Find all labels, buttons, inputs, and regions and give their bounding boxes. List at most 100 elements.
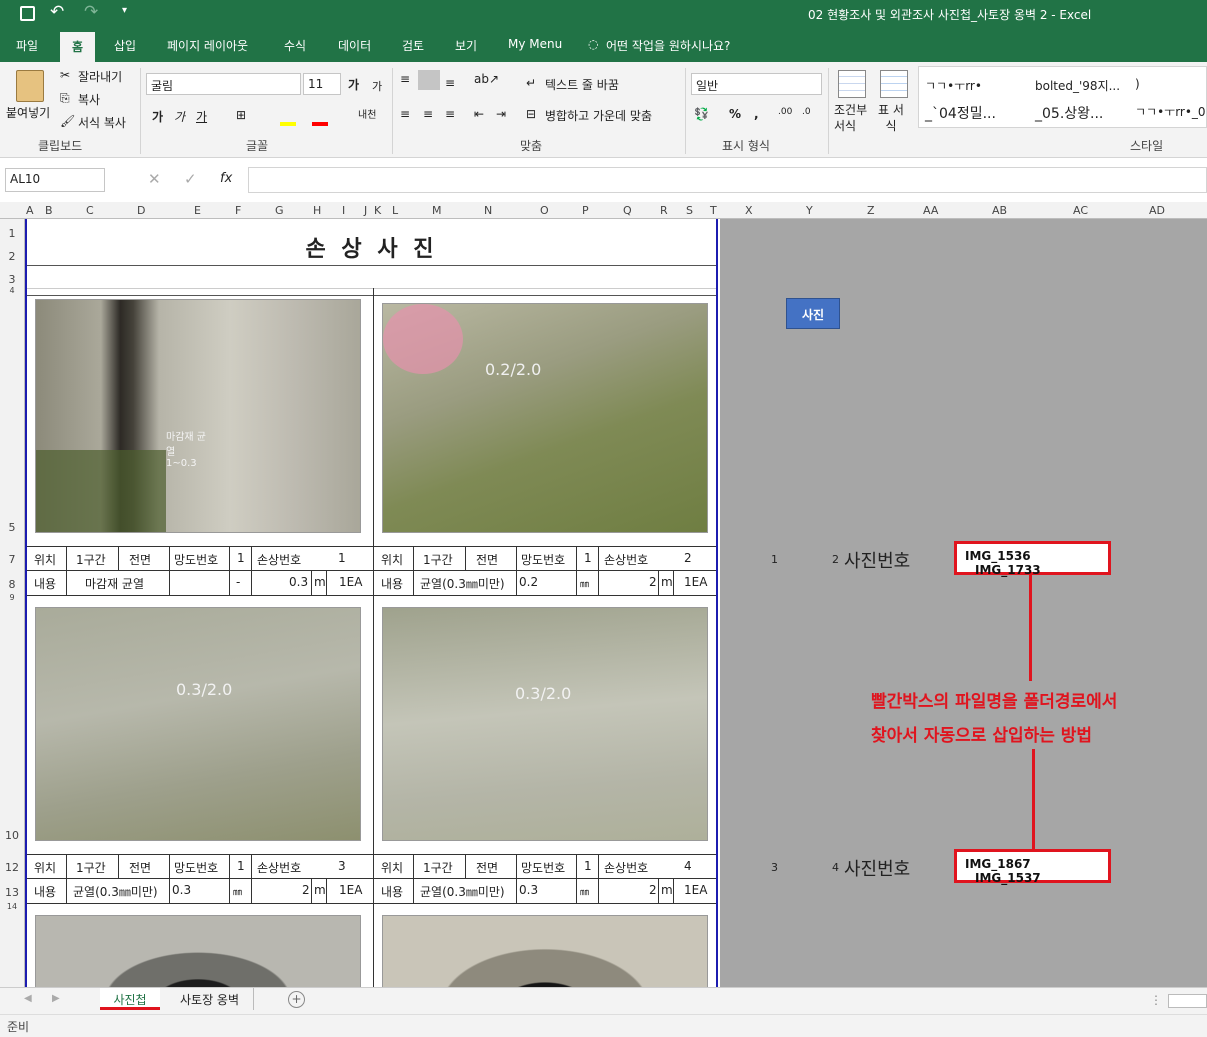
- unit-value[interactable]: -: [236, 575, 240, 589]
- column-header[interactable]: I: [342, 204, 345, 217]
- damage-number-label[interactable]: 손상번호: [257, 551, 301, 568]
- column-header[interactable]: AA: [923, 204, 938, 217]
- merge-icon[interactable]: ⊟: [526, 107, 536, 121]
- bold-button[interactable]: 가: [152, 108, 163, 125]
- net-number-label[interactable]: 망도번호: [521, 859, 565, 876]
- location-label[interactable]: 위치: [34, 859, 56, 876]
- customize-qat-icon[interactable]: ▾: [122, 5, 127, 16]
- tab-page-layout[interactable]: 페이지 레이아웃: [167, 37, 248, 54]
- net-number-value[interactable]: 1: [237, 859, 245, 873]
- increase-decimal-icon[interactable]: .00: [778, 107, 792, 117]
- location-value[interactable]: 1구간: [423, 859, 453, 876]
- save-icon[interactable]: [20, 6, 35, 21]
- tab-insert[interactable]: 삽입: [114, 37, 136, 54]
- quantity-value[interactable]: 1EA: [684, 883, 707, 897]
- tab-view[interactable]: 보기: [455, 37, 477, 54]
- row-header[interactable]: 5: [3, 521, 21, 534]
- align-center-icon[interactable]: ≡: [423, 107, 433, 121]
- content-value[interactable]: 균열(0.3㎜미만): [73, 883, 158, 900]
- cancel-icon[interactable]: ✕: [148, 170, 161, 188]
- crack-width-value[interactable]: 0.3: [172, 883, 191, 897]
- column-header[interactable]: D: [137, 204, 145, 217]
- net-number-value[interactable]: 1: [237, 551, 245, 565]
- conditional-format-button[interactable]: 조건부 서식: [834, 102, 872, 134]
- tab-file[interactable]: 파일: [16, 37, 38, 54]
- row-header[interactable]: 12: [3, 861, 21, 874]
- merge-center-button[interactable]: 병합하고 가운데 맞춤: [545, 107, 652, 124]
- length-unit[interactable]: m: [661, 883, 673, 897]
- filename-highlight-box[interactable]: IMG_1867 IMG_1537: [954, 849, 1111, 885]
- paste-icon[interactable]: [16, 70, 44, 102]
- column-header[interactable]: P: [582, 204, 589, 217]
- scroll-left-icon[interactable]: ◀: [24, 993, 32, 1004]
- face-value[interactable]: 전면: [476, 859, 498, 876]
- grow-font-button[interactable]: 가: [348, 76, 359, 93]
- unit-value[interactable]: ㎜: [580, 577, 589, 590]
- column-header[interactable]: M: [432, 204, 442, 217]
- style-item[interactable]: ㄱㄱ•ㅜrr•_0: [1135, 103, 1206, 120]
- row-header[interactable]: 7: [3, 553, 21, 566]
- format-painter-button[interactable]: 서식 복사: [78, 114, 126, 131]
- enter-icon[interactable]: ✓: [184, 170, 197, 188]
- damage-number-value[interactable]: 3: [338, 859, 346, 873]
- cut-button[interactable]: 잘라내기: [78, 68, 122, 85]
- damage-photo[interactable]: [35, 915, 361, 987]
- style-item[interactable]: ㄱㄱ•ㅜrr•: [925, 77, 982, 94]
- damage-photo[interactable]: [382, 915, 708, 987]
- insert-function-icon[interactable]: fx: [220, 171, 232, 186]
- border-icon[interactable]: ⊞: [236, 108, 246, 122]
- column-header[interactable]: S: [686, 204, 693, 217]
- content-label[interactable]: 내용: [381, 575, 403, 592]
- length-value[interactable]: 2: [649, 883, 657, 897]
- column-header[interactable]: Y: [806, 204, 813, 217]
- sheet-tab-active[interactable]: 사진첩: [100, 988, 160, 1010]
- conditional-format-icon[interactable]: [838, 70, 866, 98]
- photo-macro-button[interactable]: 사진: [786, 298, 840, 329]
- location-label[interactable]: 위치: [381, 859, 403, 876]
- quantity-value[interactable]: 1EA: [339, 883, 362, 897]
- column-header[interactable]: AD: [1149, 204, 1165, 217]
- format-table-icon[interactable]: [880, 70, 908, 98]
- crack-width-value[interactable]: 0.3: [519, 883, 538, 897]
- column-header[interactable]: AC: [1073, 204, 1088, 217]
- copy-icon[interactable]: ⎘: [60, 91, 70, 106]
- align-bottom-icon[interactable]: ≡: [445, 76, 455, 90]
- italic-button[interactable]: 가: [174, 108, 185, 125]
- percent-button[interactable]: %: [729, 107, 741, 121]
- column-header[interactable]: K: [374, 204, 381, 217]
- unit-value[interactable]: ㎜: [233, 885, 242, 898]
- underline-button[interactable]: 가: [196, 108, 207, 125]
- tab-data[interactable]: 데이터: [338, 37, 371, 54]
- orientation-icon[interactable]: ab↗: [474, 72, 499, 86]
- row-header[interactable]: 10: [3, 829, 21, 842]
- column-header[interactable]: H: [313, 204, 321, 217]
- damage-number-value[interactable]: 1: [338, 551, 346, 565]
- add-sheet-icon[interactable]: +: [288, 991, 305, 1008]
- damage-number-label[interactable]: 손상번호: [604, 859, 648, 876]
- column-header[interactable]: G: [275, 204, 284, 217]
- tell-me-search[interactable]: 어떤 작업을 원하시나요?: [606, 37, 730, 54]
- column-header[interactable]: L: [392, 204, 398, 217]
- row-header[interactable]: 2: [3, 250, 21, 263]
- length-unit[interactable]: m: [314, 883, 326, 897]
- currency-icon[interactable]: 💱: [694, 107, 709, 121]
- style-gallery[interactable]: ㄱㄱ•ㅜrr• bolted_'98지... ) _`04정밀... _05.상…: [918, 66, 1207, 128]
- content-label[interactable]: 내용: [381, 883, 403, 900]
- name-box[interactable]: AL10: [5, 168, 105, 192]
- formula-input[interactable]: [248, 167, 1207, 193]
- phonetic-button[interactable]: 내천: [358, 106, 376, 121]
- column-header[interactable]: AB: [992, 204, 1007, 217]
- damage-number-value[interactable]: 2: [684, 551, 692, 565]
- net-number-value[interactable]: 1: [584, 551, 592, 565]
- style-item[interactable]: bolted_'98지...: [1035, 77, 1120, 94]
- length-value[interactable]: 2: [649, 575, 657, 589]
- undo-icon[interactable]: ↶: [50, 2, 64, 22]
- sheet-print-area[interactable]: 손 상 사 진 마감재 균열 1~0.3 0.2/2.0 0.3/2.0 0.3…: [25, 219, 718, 987]
- scroll-right-icon[interactable]: ▶: [52, 993, 60, 1004]
- content-label[interactable]: 내용: [34, 575, 56, 592]
- length-unit[interactable]: m: [314, 575, 326, 589]
- align-left-icon[interactable]: ≡: [400, 107, 410, 121]
- column-header[interactable]: X: [745, 204, 753, 217]
- format-table-button[interactable]: 표 서식: [876, 102, 906, 134]
- align-right-icon[interactable]: ≡: [445, 107, 455, 121]
